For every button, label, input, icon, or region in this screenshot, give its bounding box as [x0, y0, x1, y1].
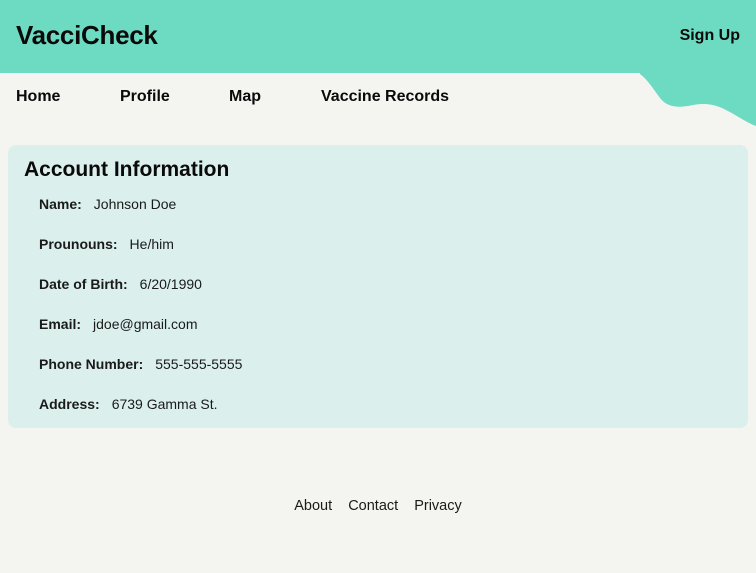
field-value: 6739 Gamma St. [111, 396, 218, 412]
field-label: Email: [39, 316, 82, 332]
card-title: Account Information [24, 158, 230, 181]
nav-item-profile[interactable]: Profile [120, 88, 170, 106]
footer-link-about[interactable]: About [294, 498, 332, 514]
field-label: Prounouns: [39, 236, 118, 252]
brand-logo-text[interactable]: VacciCheck [16, 20, 158, 51]
main-nav: Home Profile Map Vaccine Records [0, 88, 756, 112]
field-label: Name: [39, 196, 82, 212]
footer-link-contact[interactable]: Contact [348, 498, 398, 514]
nav-item-vaccine-records[interactable]: Vaccine Records [321, 88, 449, 106]
field-label: Date of Birth: [39, 276, 128, 292]
field-phone-number: Phone Number: 555-555-5555 [39, 356, 242, 372]
nav-item-map[interactable]: Map [229, 88, 261, 106]
nav-item-home[interactable]: Home [16, 88, 60, 106]
field-date-of-birth: Date of Birth: 6/20/1990 [39, 276, 202, 292]
site-footer: About Contact Privacy [0, 498, 756, 514]
field-value: He/him [129, 236, 174, 252]
footer-link-privacy[interactable]: Privacy [414, 498, 462, 514]
account-information-card: Account Information Name: Johnson Doe Pro… [8, 145, 748, 428]
field-address: Address: 6739 Gamma St. [39, 396, 218, 412]
field-value: jdoe@gmail.com [93, 316, 198, 332]
field-email: Email: jdoe@gmail.com [39, 316, 198, 332]
field-name: Name: Johnson Doe [39, 196, 176, 212]
field-value: Johnson Doe [93, 196, 177, 212]
field-value: 6/20/1990 [139, 276, 202, 292]
field-pronouns: Prounouns: He/him [39, 236, 174, 252]
field-label: Phone Number: [39, 356, 144, 372]
site-header: VacciCheck Sign Up [0, 0, 756, 73]
field-label: Address: [39, 396, 100, 412]
sign-up-link[interactable]: Sign Up [680, 27, 740, 45]
field-value: 555-555-5555 [155, 356, 243, 372]
